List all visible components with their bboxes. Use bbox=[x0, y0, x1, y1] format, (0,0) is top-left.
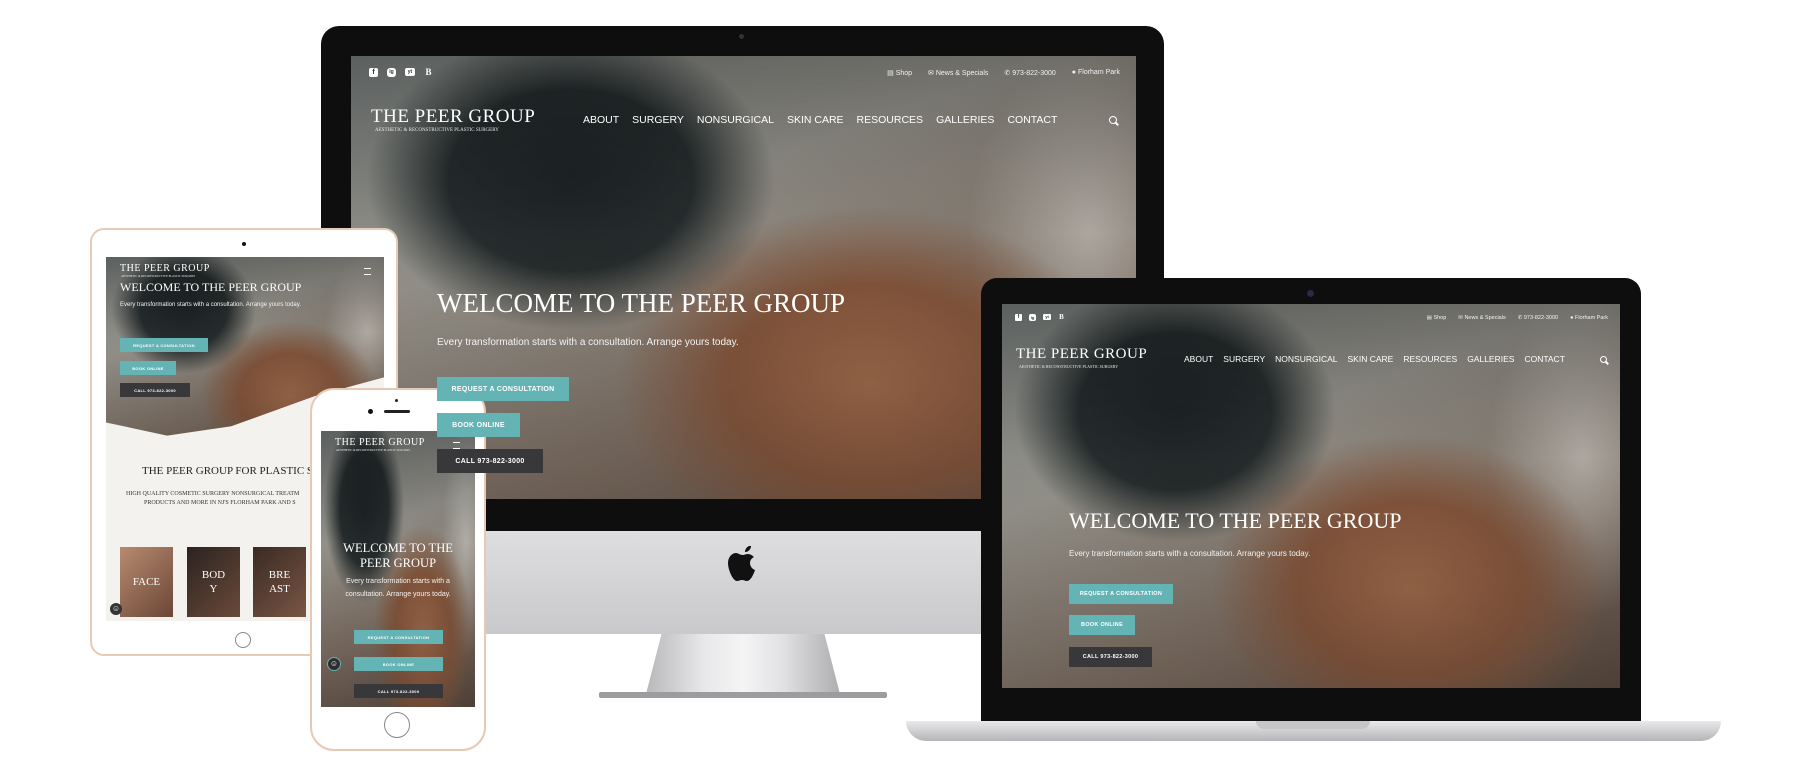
blog-icon[interactable]: B bbox=[1058, 314, 1065, 321]
laptop-main-nav: ABOUT SURGERY NONSURGICAL SKIN CARE RESO… bbox=[1184, 354, 1565, 364]
laptop-social-links: f ig yt B bbox=[1015, 314, 1065, 321]
shop-link[interactable]: ▤ Shop bbox=[887, 69, 912, 77]
nav-contact[interactable]: CONTACT bbox=[1524, 354, 1564, 364]
category-card-face[interactable]: FACE bbox=[120, 547, 173, 617]
tablet-intro-text-2: PRODUCTS AND MORE IN NJ'S FLORHAM PARK A… bbox=[144, 500, 296, 506]
request-consultation-button[interactable]: REQUEST A CONSULTATION bbox=[1069, 584, 1173, 604]
phone-front-sensor bbox=[395, 399, 398, 402]
social-links: f ig yt B bbox=[369, 68, 433, 77]
hero-title: WELCOME TO THE PEER GROUP bbox=[437, 288, 846, 318]
nav-about[interactable]: ABOUT bbox=[1184, 354, 1213, 364]
nav-nonsurgical[interactable]: NONSURGICAL bbox=[697, 114, 774, 126]
nav-skin-care[interactable]: SKIN CARE bbox=[1348, 354, 1394, 364]
nav-skin-care[interactable]: SKIN CARE bbox=[787, 114, 844, 126]
call-button[interactable]: CALL 973-822-3000 bbox=[354, 684, 443, 698]
imac-stand bbox=[646, 634, 840, 694]
nav-contact[interactable]: CONTACT bbox=[1007, 114, 1057, 126]
instagram-icon[interactable]: ig bbox=[387, 68, 396, 77]
laptop-hero-subtitle: Every transformation starts with a consu… bbox=[1069, 549, 1311, 558]
hamburger-menu-icon[interactable] bbox=[453, 442, 460, 449]
hero-subtitle: Every transformation starts with a consu… bbox=[437, 337, 739, 348]
mail-icon: ✉ bbox=[928, 70, 936, 77]
request-consultation-button[interactable]: REQUEST A CONSULTATION bbox=[120, 338, 208, 352]
site-logo[interactable]: THE PEER GROUP bbox=[371, 106, 535, 128]
phone-site-logo[interactable]: THE PEER GROUP bbox=[335, 437, 425, 448]
laptop-hero-title: WELCOME TO THE PEER GROUP bbox=[1069, 508, 1402, 533]
site-logo-tagline: AESTHETIC & RECONSTRUCTIVE PLASTIC SURGE… bbox=[375, 128, 499, 133]
laptop-site-logo[interactable]: THE PEER GROUP bbox=[1016, 346, 1147, 363]
laptop-device: f ig yt B ▤ Shop ✉ News & Specials ✆ 973… bbox=[906, 278, 1721, 748]
book-online-button[interactable]: BOOK ONLINE bbox=[354, 657, 443, 671]
laptop-camera bbox=[1307, 290, 1314, 297]
youtube-icon[interactable]: yt bbox=[1043, 314, 1051, 320]
request-consultation-button[interactable]: REQUEST A CONSULTATION bbox=[354, 630, 443, 644]
accessibility-icon[interactable]: ☺ bbox=[110, 603, 122, 615]
nav-galleries[interactable]: GALLERIES bbox=[936, 114, 994, 126]
facebook-icon[interactable]: f bbox=[369, 68, 378, 77]
shop-link[interactable]: ▤ Shop bbox=[1427, 315, 1447, 321]
nav-resources[interactable]: RESOURCES bbox=[1403, 354, 1457, 364]
location-link[interactable]: ● Florham Park bbox=[1072, 69, 1120, 77]
tablet-home-button[interactable] bbox=[235, 632, 251, 648]
nav-nonsurgical[interactable]: NONSURGICAL bbox=[1275, 354, 1337, 364]
imac-camera bbox=[739, 34, 744, 39]
phone-link[interactable]: ✆ 973-822-3000 bbox=[1004, 69, 1055, 77]
accessibility-icon[interactable]: ☺ bbox=[327, 657, 341, 671]
tablet-intro-text-1: HIGH QUALITY COSMETIC SURGERY NONSURGICA… bbox=[126, 491, 300, 497]
phone-hero-subtitle-line2: consultation. Arrange yours today. bbox=[345, 591, 451, 598]
nav-resources[interactable]: RESOURCES bbox=[857, 114, 924, 126]
tablet-logo-tagline: AESTHETIC & RECONSTRUCTIVE PLASTIC SURGE… bbox=[121, 274, 196, 278]
phone-hero-title-line1: WELCOME TO THE bbox=[343, 541, 453, 555]
news-link[interactable]: ✉ News & Specials bbox=[1458, 315, 1505, 321]
category-card-label: FACE bbox=[132, 576, 161, 588]
phone-hero-title-line2: PEER GROUP bbox=[359, 556, 437, 570]
book-online-button[interactable]: BOOK ONLINE bbox=[1069, 615, 1135, 635]
phone-logo-tagline: AESTHETIC & RECONSTRUCTIVE PLASTIC SURGE… bbox=[336, 448, 411, 452]
nav-surgery[interactable]: SURGERY bbox=[1223, 354, 1265, 364]
tablet-hero-subtitle: Every transformation starts with a consu… bbox=[120, 302, 301, 308]
category-card-label: BOD Y bbox=[201, 569, 226, 595]
call-button[interactable]: CALL 973-822-3000 bbox=[1069, 647, 1152, 667]
instagram-icon[interactable]: ig bbox=[1029, 314, 1036, 321]
phone-camera bbox=[368, 409, 373, 414]
search-icon[interactable] bbox=[1109, 116, 1117, 124]
search-icon[interactable] bbox=[1600, 356, 1607, 363]
phone-speaker bbox=[384, 410, 410, 413]
utility-bar: ▤ Shop ✉ News & Specials ✆ 973-822-3000 … bbox=[887, 69, 1120, 77]
tablet-camera bbox=[242, 242, 246, 246]
laptop-logo-tagline: AESTHETIC & RECONSTRUCTIVE PLASTIC SURGE… bbox=[1019, 364, 1119, 369]
hamburger-menu-icon[interactable] bbox=[364, 268, 371, 275]
nav-about[interactable]: ABOUT bbox=[583, 114, 619, 126]
laptop-notch bbox=[1256, 721, 1370, 729]
book-online-button[interactable]: BOOK ONLINE bbox=[120, 361, 176, 375]
phone-hero-subtitle-line1: Every transformation starts with a bbox=[346, 578, 450, 585]
tablet-site-logo[interactable]: THE PEER GROUP bbox=[120, 263, 210, 274]
laptop-screen: f ig yt B ▤ Shop ✉ News & Specials ✆ 973… bbox=[1002, 304, 1620, 688]
cart-icon: ▤ bbox=[887, 70, 896, 77]
nav-surgery[interactable]: SURGERY bbox=[632, 114, 684, 126]
category-card-breast[interactable]: BRE AST bbox=[253, 547, 306, 617]
call-button[interactable]: CALL 973-822-3000 bbox=[120, 383, 190, 397]
facebook-icon[interactable]: f bbox=[1015, 314, 1022, 321]
main-nav: ABOUT SURGERY NONSURGICAL SKIN CARE RESO… bbox=[583, 114, 1057, 126]
call-button[interactable]: CALL 973-822-3000 bbox=[437, 449, 543, 473]
youtube-icon[interactable]: yt bbox=[405, 68, 415, 76]
laptop-utility-bar: ▤ Shop ✉ News & Specials ✆ 973-822-3000 … bbox=[1427, 315, 1608, 321]
phone-home-button[interactable] bbox=[384, 712, 410, 738]
blog-icon[interactable]: B bbox=[424, 68, 433, 77]
tablet-intro-title: THE PEER GROUP FOR PLASTIC SU bbox=[142, 465, 321, 477]
request-consultation-button[interactable]: REQUEST A CONSULTATION bbox=[437, 377, 569, 401]
phone-device: THE PEER GROUP AESTHETIC & RECONSTRUCTIV… bbox=[310, 388, 486, 751]
apple-logo-icon bbox=[726, 544, 760, 584]
nav-galleries[interactable]: GALLERIES bbox=[1467, 354, 1514, 364]
imac-stand-base bbox=[599, 692, 887, 698]
category-card-body[interactable]: BOD Y bbox=[187, 547, 240, 617]
tablet-hero-title: WELCOME TO THE PEER GROUP bbox=[120, 280, 302, 294]
location-link[interactable]: ● Florham Park bbox=[1570, 315, 1608, 321]
book-online-button[interactable]: BOOK ONLINE bbox=[437, 413, 520, 437]
news-link[interactable]: ✉ News & Specials bbox=[928, 69, 988, 77]
category-card-label: BRE AST bbox=[268, 569, 291, 595]
phone-link[interactable]: ✆ 973-822-3000 bbox=[1518, 315, 1558, 321]
